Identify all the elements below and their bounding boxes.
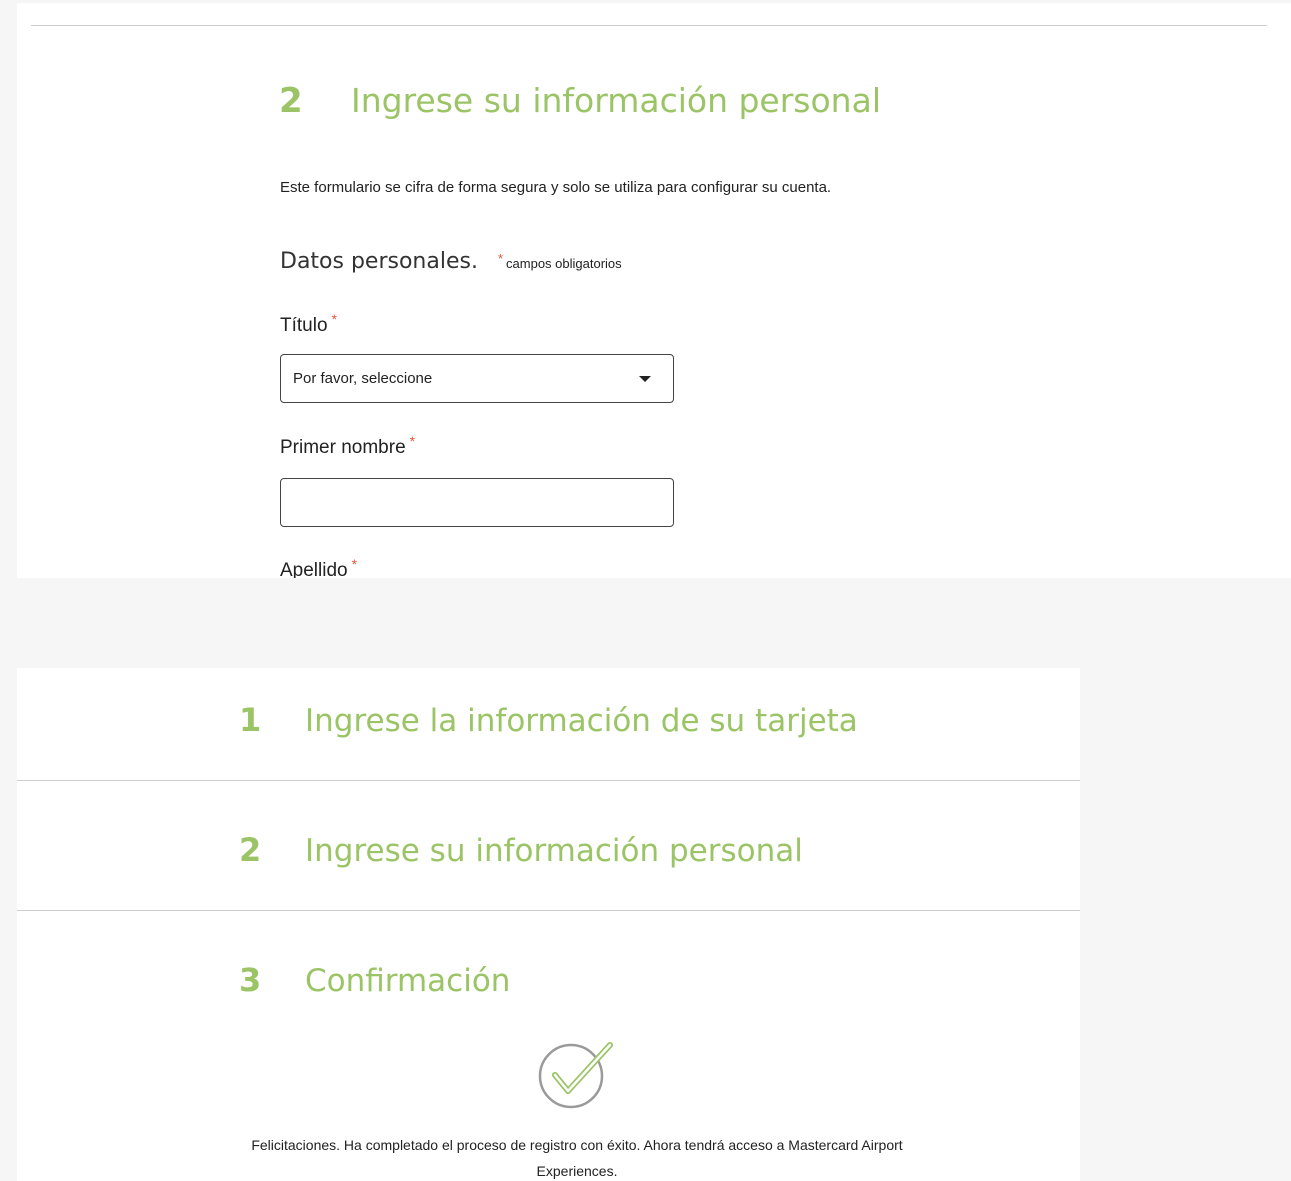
last-name-label-text: Apellido <box>280 560 348 578</box>
accordion-step-2[interactable]: 2 Ingrese su información personal <box>239 831 803 869</box>
title-select[interactable]: Por favor, seleccione <box>280 354 674 403</box>
last-name-field-label: Apellido * <box>280 557 357 578</box>
accordion-step-1[interactable]: 1 Ingrese la información de su tarjeta <box>239 701 858 739</box>
personal-info-panel: 2 Ingrese su información personal Este f… <box>17 3 1291 578</box>
required-asterisk: * <box>331 310 337 327</box>
divider <box>31 25 1267 26</box>
first-name-input[interactable] <box>280 478 674 527</box>
step-number: 1 <box>239 701 262 739</box>
step-title: Ingrese su información personal <box>305 833 803 869</box>
required-asterisk: * <box>409 432 416 449</box>
required-asterisk: * <box>351 555 358 572</box>
required-asterisk: * <box>497 250 504 266</box>
check-circle-icon <box>538 1042 613 1109</box>
step-number: 2 <box>239 831 262 869</box>
title-label-text: Título <box>280 315 328 336</box>
confirmation-message: Felicitaciones. Ha completado el proceso… <box>251 1137 903 1179</box>
section-title: Datos personales. <box>280 249 478 274</box>
section-header: Datos personales. * campos obligatorios <box>280 249 622 274</box>
step-number: 2 <box>279 81 303 121</box>
title-select-value: Por favor, seleccione <box>293 370 433 387</box>
step-title: Ingrese la información de su tarjeta <box>305 703 858 739</box>
accordion-step-3[interactable]: 3 Confirmación <box>239 961 510 999</box>
form-intro-text: Este formulario se cifra de forma segura… <box>280 179 832 196</box>
step-heading-personal: 2 Ingrese su información personal <box>279 81 881 121</box>
required-fields-note: * campos obligatorios <box>498 252 622 271</box>
title-field-label: Título * <box>280 312 337 337</box>
chevron-down-icon <box>639 376 651 382</box>
divider <box>17 910 1080 911</box>
step-number: 3 <box>239 961 262 999</box>
step-title: Confirmación <box>305 963 511 999</box>
step-title: Ingrese su información personal <box>351 81 881 120</box>
divider <box>17 780 1080 781</box>
required-note-text: campos obligatorios <box>506 256 622 271</box>
registration-steps-accordion: 1 Ingrese la información de su tarjeta 2… <box>17 668 1080 1181</box>
first-name-field-label: Primer nombre * <box>280 434 415 459</box>
first-name-label-text: Primer nombre <box>280 437 406 458</box>
